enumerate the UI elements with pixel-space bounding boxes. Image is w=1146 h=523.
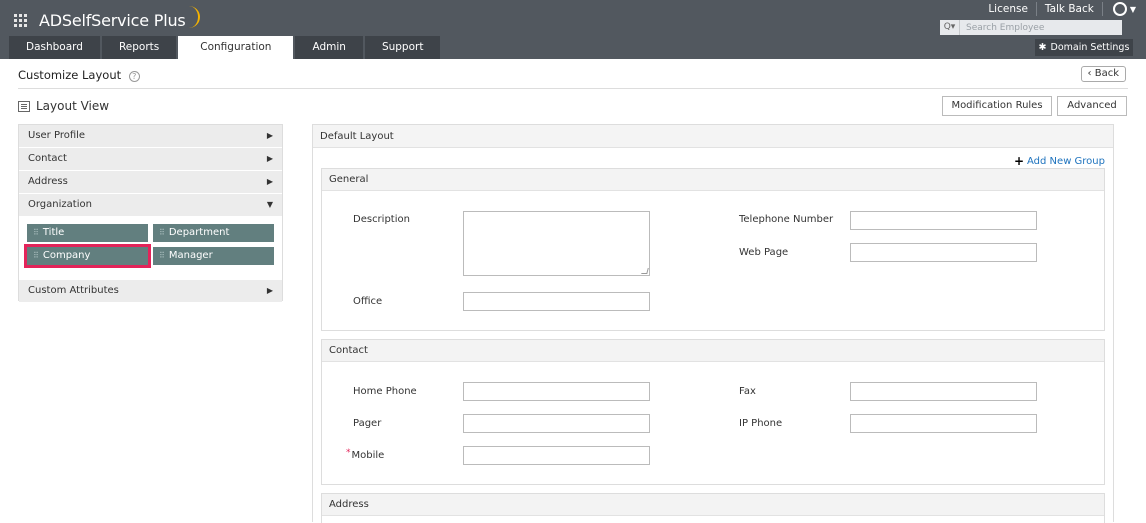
section-user-profile[interactable]: User Profile ▶ xyxy=(19,125,282,148)
drag-handle-icon[interactable]: ⠿ xyxy=(159,251,165,260)
field-label: Mobile xyxy=(351,450,385,461)
section-address[interactable]: Address ▶ xyxy=(19,171,282,194)
field-label: Telephone Number xyxy=(739,214,834,225)
web-page-input[interactable] xyxy=(850,243,1037,262)
add-group-label: Add New Group xyxy=(1027,155,1105,167)
group-general: General Description Office Telephone Num… xyxy=(321,168,1105,331)
field-label: Home Phone xyxy=(353,386,417,397)
top-links: License Talk Back ▼ xyxy=(988,2,1136,16)
group-address: Address xyxy=(321,493,1105,523)
modification-rules-button[interactable]: Modification Rules xyxy=(942,96,1052,116)
main-nav-tabs: Dashboard Reports Configuration Admin Su… xyxy=(9,36,441,59)
section-custom-attributes[interactable]: Custom Attributes ▶ xyxy=(19,280,282,303)
top-header: ADSelfService Plus License Talk Back ▼ Q… xyxy=(0,0,1146,59)
page-title: Customize Layout ? xyxy=(18,68,140,82)
office-input[interactable] xyxy=(463,292,650,311)
section-label: Address xyxy=(28,176,68,187)
chevron-right-icon: ▶ xyxy=(266,286,273,295)
group-contact: Contact Home Phone Pager *Mobile Fax IP … xyxy=(321,339,1105,485)
drag-handle-icon[interactable]: ⠿ xyxy=(159,228,165,237)
advanced-button[interactable]: Advanced xyxy=(1057,96,1127,116)
description-textarea[interactable] xyxy=(463,211,650,276)
field-label: Description xyxy=(353,214,410,225)
section-organization[interactable]: Organization ▼ xyxy=(19,194,282,217)
gear-icon: ✱ xyxy=(1038,42,1047,53)
divider xyxy=(1035,2,1037,16)
tab-reports[interactable]: Reports xyxy=(101,36,177,59)
field-chip-company[interactable]: ⠿ Company xyxy=(24,244,151,268)
brand: ADSelfService Plus xyxy=(14,6,200,31)
search-placeholder: Search Employee xyxy=(966,22,1045,33)
field-label: Office xyxy=(353,296,383,307)
user-account-icon[interactable] xyxy=(1112,2,1127,16)
divider xyxy=(1101,2,1103,16)
section-label: User Profile xyxy=(28,130,86,141)
plus-icon: + xyxy=(1013,154,1025,168)
required-asterisk-icon: * xyxy=(346,448,351,458)
chevron-right-icon: ▶ xyxy=(266,131,273,140)
section-label: Custom Attributes xyxy=(28,285,119,296)
domain-settings-label: Domain Settings xyxy=(1050,42,1130,53)
mobile-field-label: *Mobile xyxy=(346,448,385,461)
chip-label: Company xyxy=(42,250,91,261)
field-sections-panel: User Profile ▶ Contact ▶ Address ▶ Organ… xyxy=(18,124,283,303)
drag-handle-icon[interactable]: ⠿ xyxy=(33,228,39,237)
section-label: Organization xyxy=(28,199,92,210)
group-title: General xyxy=(322,169,1104,191)
chip-label: Manager xyxy=(168,250,213,261)
logo-arc-icon xyxy=(188,6,200,28)
license-link[interactable]: License xyxy=(988,3,1028,15)
help-icon[interactable]: ? xyxy=(128,71,140,82)
back-label: Back xyxy=(1094,68,1119,79)
page-title-text: Customize Layout xyxy=(18,68,122,82)
panel-title: Default Layout xyxy=(313,125,1113,148)
talkback-link[interactable]: Talk Back xyxy=(1045,3,1094,15)
search-icon[interactable]: Q▾ xyxy=(940,20,960,35)
add-new-group-link[interactable]: + Add New Group xyxy=(1014,154,1105,168)
section-contact[interactable]: Contact ▶ xyxy=(19,148,282,171)
fax-input[interactable] xyxy=(850,382,1037,401)
chevron-right-icon: ▶ xyxy=(266,177,273,186)
layout-view-icon xyxy=(18,100,30,112)
tab-configuration[interactable]: Configuration xyxy=(178,36,294,59)
app-grid-icon[interactable] xyxy=(14,13,27,27)
pager-input[interactable] xyxy=(463,414,650,433)
back-button[interactable]: ‹ Back xyxy=(1080,66,1126,82)
mobile-input[interactable] xyxy=(463,446,650,465)
domain-settings-button[interactable]: ✱ Domain Settings xyxy=(1035,39,1133,56)
group-title: Address xyxy=(322,494,1104,516)
field-chip-manager[interactable]: ⠿ Manager xyxy=(153,247,274,265)
search-employee-input[interactable]: Q▾ Search Employee xyxy=(940,20,1122,35)
chevron-down-icon[interactable]: ▼ xyxy=(1130,5,1136,14)
section-label: Contact xyxy=(28,153,67,164)
field-label: Web Page xyxy=(739,247,789,258)
field-label: IP Phone xyxy=(739,418,783,429)
drag-handle-icon[interactable]: ⠿ xyxy=(33,251,39,260)
chip-label: Title xyxy=(42,227,65,238)
home-phone-input[interactable] xyxy=(463,382,650,401)
chevron-left-icon: ‹ xyxy=(1087,68,1092,79)
layout-view-heading: Layout View xyxy=(18,99,109,113)
default-layout-panel: Default Layout + Add New Group General D… xyxy=(312,124,1114,523)
field-chip-department[interactable]: ⠿ Department xyxy=(153,224,274,242)
ip-phone-input[interactable] xyxy=(850,414,1037,433)
telephone-number-input[interactable] xyxy=(850,211,1037,230)
tab-dashboard[interactable]: Dashboard xyxy=(9,36,100,59)
field-label: Pager xyxy=(353,418,382,429)
field-label: Fax xyxy=(739,386,756,397)
chevron-right-icon: ▶ xyxy=(266,154,273,163)
tab-support[interactable]: Support xyxy=(364,36,441,59)
group-title: Contact xyxy=(322,340,1104,362)
field-chip-title[interactable]: ⠿ Title xyxy=(27,224,148,242)
divider xyxy=(18,88,1128,89)
organization-fields: ⠿ Title ⠿ Department ⠿ Company ⠿ Manager xyxy=(19,217,282,280)
app-logo-text: ADSelfService Plus xyxy=(39,10,186,30)
chevron-down-icon: ▼ xyxy=(266,200,273,209)
chip-label: Department xyxy=(168,227,230,238)
tab-admin[interactable]: Admin xyxy=(295,36,363,59)
layout-view-label: Layout View xyxy=(36,99,110,113)
